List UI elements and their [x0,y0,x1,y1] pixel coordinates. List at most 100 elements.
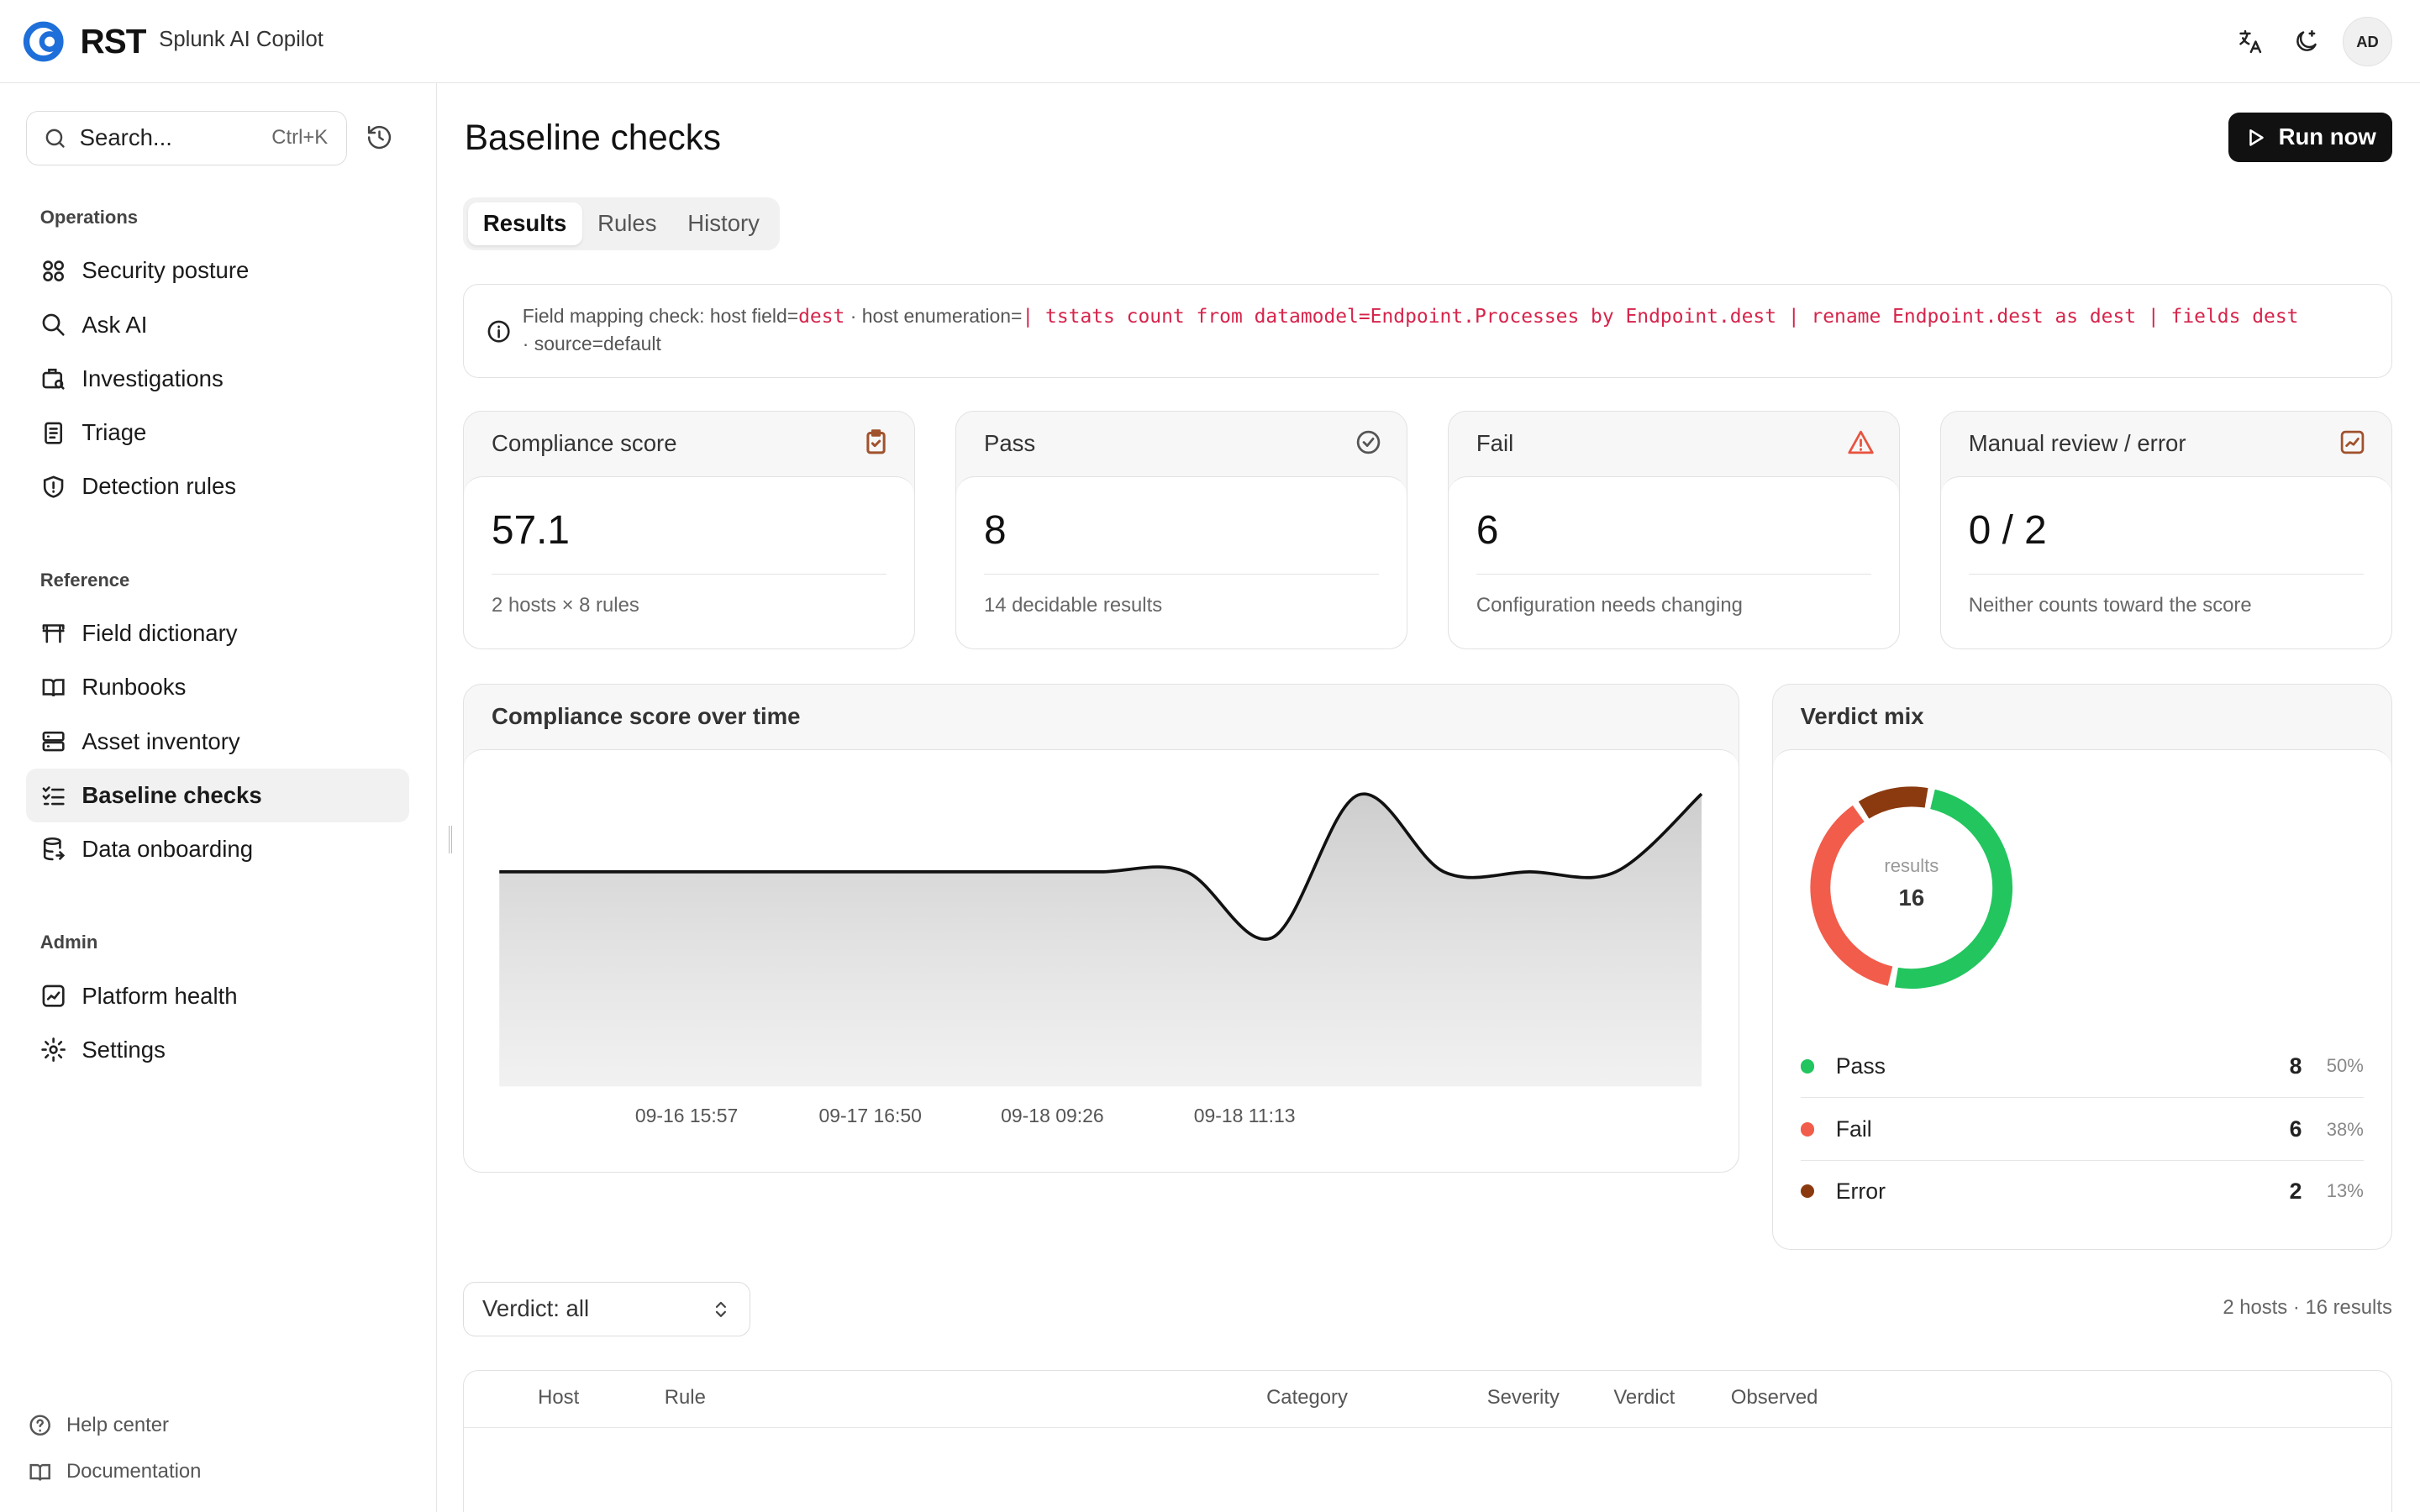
sidebar-item-label: Field dictionary [82,619,238,646]
legend-percent: 13% [2326,1180,2364,1202]
documentation-link[interactable]: Documentation [28,1460,201,1484]
check-circle-icon [1356,430,1380,454]
logo[interactable]: RST [22,18,146,65]
server-icon [42,731,65,752]
column-header-category[interactable]: Category [1266,1386,1348,1410]
sidebar-item-platform-health[interactable]: Platform health [26,969,409,1022]
logo-text: RST [80,22,146,61]
donut-center-label: results [1884,854,1939,876]
search-placeholder: Search... [79,124,172,151]
database-import-icon [43,837,65,861]
clipboard-check-icon [866,428,886,454]
legend-label: Pass [1835,1053,1886,1079]
sidebar-item-security-posture[interactable]: Security posture [26,244,409,297]
sidebar-item-baseline-checks[interactable]: Baseline checks [26,768,409,822]
help-center-label: Help center [66,1414,169,1437]
verdict-filter-select[interactable]: Verdict: all [463,1282,750,1336]
results-table: Host Rule Category Severity Verdict Obse… [463,1369,2392,1512]
divider [1800,1097,2364,1098]
history-icon[interactable] [366,123,397,155]
legend-value: 2 [2289,1178,2302,1204]
divider [983,574,1379,575]
run-now-label: Run now [2278,123,2376,150]
search-input[interactable]: Search... Ctrl+K [26,111,348,165]
sidebar-item-label: Ask AI [82,311,148,338]
x-tick-label: 09-17 16:50 [818,1105,922,1127]
stat-card-fail: Fail 6 Configuration needs changing [1447,410,1900,650]
book-open-icon [42,678,65,696]
page-title: Baseline checks [464,117,722,157]
search-shortcut: Ctrl+K [271,126,329,150]
sidebar-item-label: Security posture [82,257,250,284]
sidebar-item-label: Asset inventory [82,727,240,754]
list-checks-icon [42,786,65,806]
tab-results[interactable]: Results [467,202,582,246]
notice-host-field: dest [798,305,845,328]
sidebar-item-field-dictionary[interactable]: Field dictionary [26,606,409,660]
sidebar-item-label: Baseline checks [82,781,262,808]
stat-value: 8 [983,508,1007,554]
sidebar-item-ask-ai[interactable]: Ask AI [26,297,409,351]
donut-center-value: 16 [1898,884,1925,911]
legend-dot [1800,1122,1815,1137]
sidebar-resize-handle[interactable] [449,825,453,853]
translate-icon[interactable] [2232,17,2269,66]
divider [1968,574,2364,575]
view-tabs: Results Rules History [463,197,780,250]
briefcase-search-icon [42,369,65,390]
section-label-admin: Admin [39,932,98,953]
run-now-button[interactable]: Run now [2228,113,2392,162]
column-header-observed[interactable]: Observed [1731,1386,1818,1410]
notice-source: · source=default [522,332,661,354]
sidebar-item-investigations[interactable]: Investigations [26,352,409,406]
sidebar-item-data-onboarding[interactable]: Data onboarding [26,822,409,876]
stat-value: 0 / 2 [1968,508,2047,554]
legend-item-pass: Pass 8 50% [1800,1036,2364,1097]
sidebar-item-detection-rules[interactable]: Detection rules [26,459,409,513]
stat-subtitle: Configuration needs changing [1476,594,1743,617]
legend-value: 6 [2289,1116,2302,1142]
x-tick-label: 09-16 15:57 [634,1105,739,1127]
sidebar-item-asset-inventory[interactable]: Asset inventory [26,714,409,768]
stat-title: Pass [983,430,1036,457]
search-icon [42,313,65,336]
user-avatar[interactable]: AD [2343,17,2392,66]
theme-toggle-icon[interactable] [2287,17,2324,66]
sidebar: Search... Ctrl+K Operations Security pos… [0,83,437,1512]
section-label-operations: Operations [39,207,139,228]
column-header-host[interactable]: Host [538,1386,579,1410]
chevron-up-down-icon [715,1301,726,1317]
sidebar-item-runbooks[interactable]: Runbooks [26,660,409,714]
column-header-severity[interactable]: Severity [1487,1386,1560,1410]
alert-triangle-icon [1847,430,1874,454]
table-icon [42,624,65,643]
legend-item-fail: Fail 6 38% [1800,1099,2364,1160]
legend-dot [1800,1059,1815,1074]
top-header: RST Splunk AI Copilot AD [0,0,2420,84]
donut-slice-error[interactable] [1858,785,1928,819]
field-mapping-notice: Field mapping check: host field=dest · h… [463,283,2392,378]
column-header-rule[interactable]: Rule [665,1386,706,1410]
stat-title: Manual review / error [1968,430,2186,457]
help-center-link[interactable]: Help center [28,1413,169,1437]
tab-rules[interactable]: Rules [582,202,672,245]
gear-icon [41,1037,66,1063]
activity-chart-icon [42,984,65,1007]
column-header-verdict[interactable]: Verdict [1613,1386,1675,1410]
stat-card-compliance-score: Compliance score 57.1 2 hosts × 8 rules [463,410,916,650]
help-circle-icon [29,1415,50,1436]
grid-icon [42,260,64,281]
verdict-filter-value: Verdict: all [482,1295,590,1322]
sidebar-item-label: Investigations [82,365,224,391]
legend-label: Error [1835,1178,1886,1204]
verdict-mix-body: results 16 Pass 8 50% Fail 6 38% Error 2… [1772,748,2391,1249]
chart-title: Verdict mix [1800,703,1924,730]
sidebar-item-settings[interactable]: Settings [26,1023,409,1077]
search-icon [45,129,65,148]
stat-title: Fail [1476,430,1514,457]
legend-value: 8 [2289,1053,2302,1079]
tab-history[interactable]: History [672,202,775,245]
sidebar-item-label: Detection rules [82,473,237,500]
play-icon [2249,129,2264,146]
sidebar-item-triage[interactable]: Triage [26,406,409,459]
